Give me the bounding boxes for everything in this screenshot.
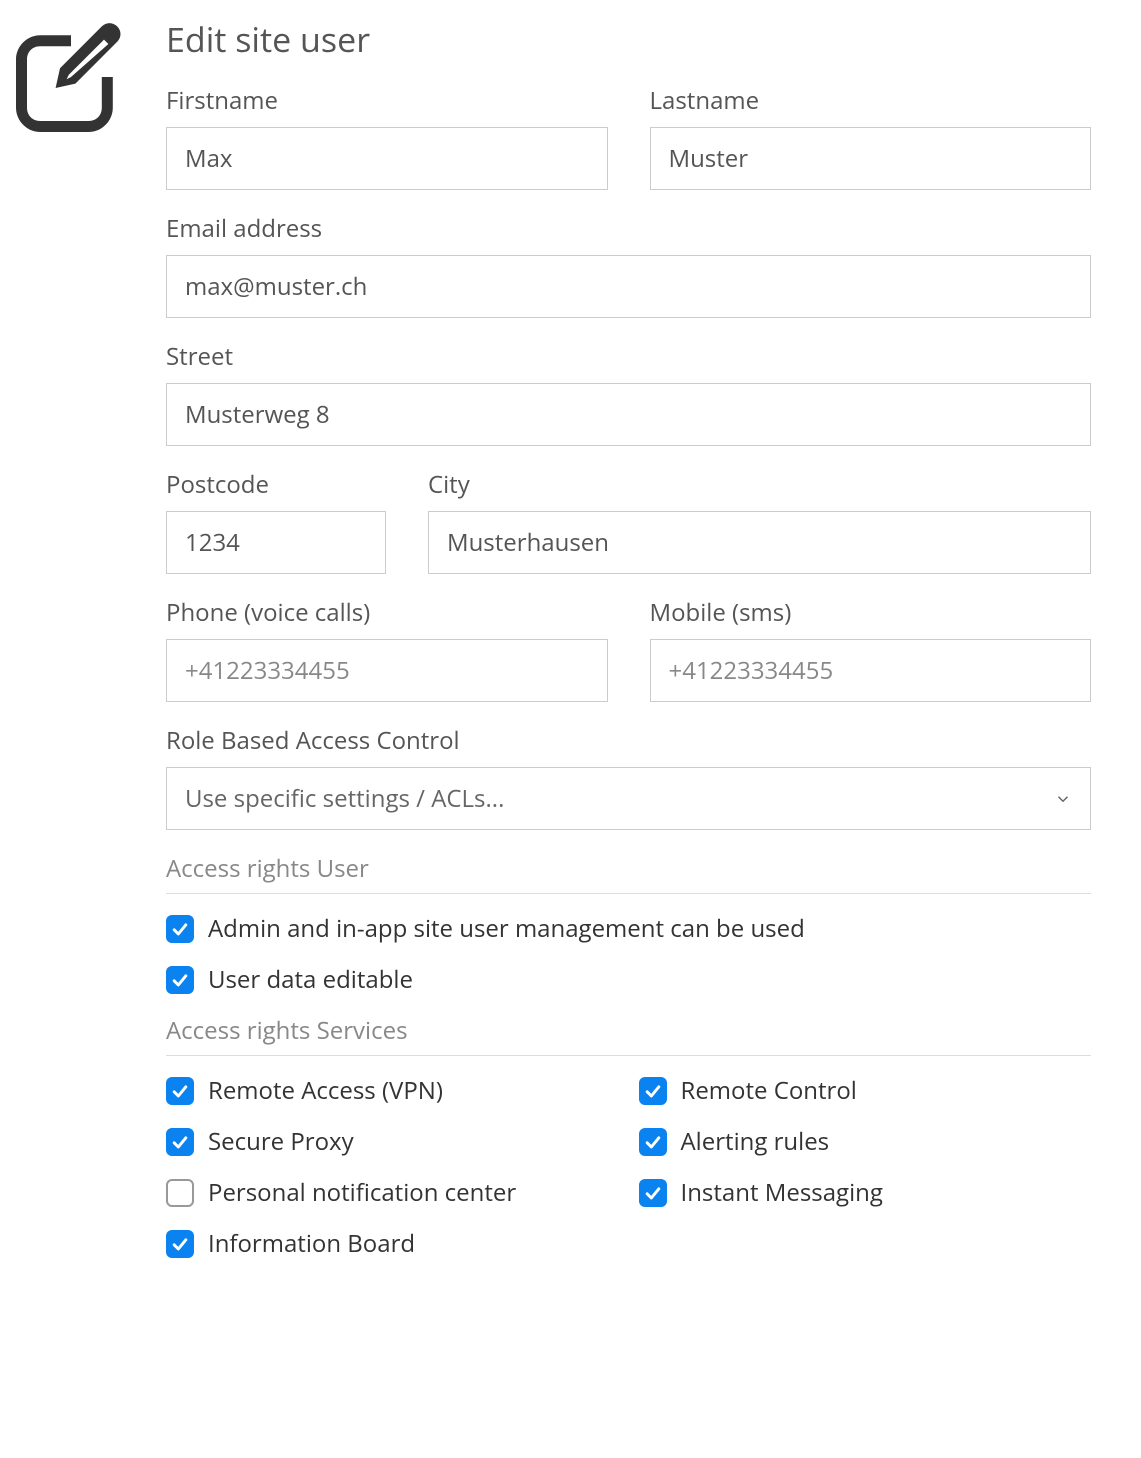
postcode-input[interactable] bbox=[166, 511, 386, 574]
checkbox-service-0[interactable] bbox=[166, 1077, 194, 1105]
checkbox-row-service-3[interactable]: Alerting rules bbox=[639, 1125, 1092, 1158]
check-icon bbox=[170, 970, 190, 990]
checkbox-row-user-0[interactable]: Admin and in-app site user management ca… bbox=[166, 912, 1091, 945]
firstname-input[interactable] bbox=[166, 127, 608, 190]
checkbox-row-service-5[interactable]: Instant Messaging bbox=[639, 1176, 1092, 1209]
checkbox-row-user-1[interactable]: User data editable bbox=[166, 963, 1091, 996]
check-icon bbox=[170, 1132, 190, 1152]
email-label: Email address bbox=[166, 212, 1091, 245]
rbac-label: Role Based Access Control bbox=[166, 724, 1091, 757]
checkbox-label-service-2: Secure Proxy bbox=[208, 1125, 354, 1158]
checkbox-user-0[interactable] bbox=[166, 915, 194, 943]
checkbox-label-service-6: Information Board bbox=[208, 1227, 415, 1260]
checkbox-user-1[interactable] bbox=[166, 966, 194, 994]
checkbox-row-service-2[interactable]: Secure Proxy bbox=[166, 1125, 619, 1158]
firstname-label: Firstname bbox=[166, 84, 608, 117]
checkbox-service-6[interactable] bbox=[166, 1230, 194, 1258]
check-icon bbox=[170, 1081, 190, 1101]
check-icon bbox=[170, 919, 190, 939]
mobile-input[interactable] bbox=[650, 639, 1092, 702]
edit-icon bbox=[16, 16, 126, 137]
street-input[interactable] bbox=[166, 383, 1091, 446]
mobile-label: Mobile (sms) bbox=[650, 596, 1092, 629]
checkbox-label-service-3: Alerting rules bbox=[681, 1125, 830, 1158]
section-user-header: Access rights User bbox=[166, 852, 1091, 894]
checkbox-service-5[interactable] bbox=[639, 1179, 667, 1207]
checkbox-row-service-1[interactable]: Remote Control bbox=[639, 1074, 1092, 1107]
city-label: City bbox=[428, 468, 1091, 501]
checkbox-label-user-1: User data editable bbox=[208, 963, 413, 996]
checkbox-row-service-0[interactable]: Remote Access (VPN) bbox=[166, 1074, 619, 1107]
checkbox-row-service-4[interactable]: Personal notification center bbox=[166, 1176, 619, 1209]
page-title: Edit site user bbox=[166, 16, 1091, 62]
checkbox-label-service-0: Remote Access (VPN) bbox=[208, 1074, 443, 1107]
checkbox-service-3[interactable] bbox=[639, 1128, 667, 1156]
street-label: Street bbox=[166, 340, 1091, 373]
checkbox-label-service-4: Personal notification center bbox=[208, 1176, 516, 1209]
rbac-select[interactable]: Use specific settings / ACLs... bbox=[166, 767, 1091, 830]
checkbox-service-1[interactable] bbox=[639, 1077, 667, 1105]
email-input[interactable] bbox=[166, 255, 1091, 318]
checkbox-label-service-1: Remote Control bbox=[681, 1074, 857, 1107]
checkbox-service-2[interactable] bbox=[166, 1128, 194, 1156]
checkbox-label-service-5: Instant Messaging bbox=[681, 1176, 883, 1209]
lastname-label: Lastname bbox=[650, 84, 1092, 117]
check-icon bbox=[170, 1234, 190, 1254]
lastname-input[interactable] bbox=[650, 127, 1092, 190]
check-icon bbox=[643, 1183, 663, 1203]
checkbox-label-user-0: Admin and in-app site user management ca… bbox=[208, 912, 805, 945]
chevron-down-icon bbox=[1054, 790, 1072, 808]
section-services-header: Access rights Services bbox=[166, 1014, 1091, 1056]
rbac-selected-value: Use specific settings / ACLs... bbox=[185, 782, 504, 815]
phone-label: Phone (voice calls) bbox=[166, 596, 608, 629]
checkbox-service-4[interactable] bbox=[166, 1179, 194, 1207]
city-input[interactable] bbox=[428, 511, 1091, 574]
check-icon bbox=[643, 1081, 663, 1101]
check-icon bbox=[643, 1132, 663, 1152]
phone-input[interactable] bbox=[166, 639, 608, 702]
postcode-label: Postcode bbox=[166, 468, 386, 501]
checkbox-row-service-6[interactable]: Information Board bbox=[166, 1227, 619, 1260]
